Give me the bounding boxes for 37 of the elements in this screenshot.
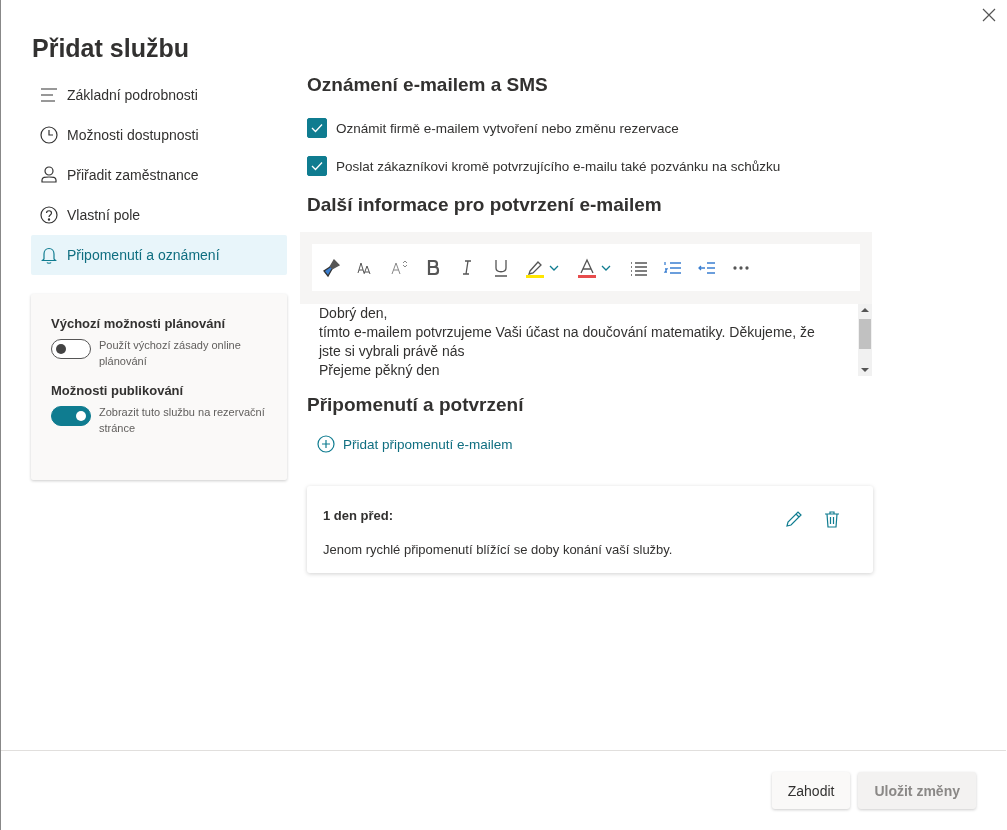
nav-item[interactable]: Připomenutí a oznámení [31,235,287,275]
discard-button[interactable]: Zahodit [771,772,851,809]
reminder-title: 1 den před: [323,507,394,523]
plus-icon [317,435,335,453]
nav-item[interactable]: Možnosti dostupnosti [31,115,287,155]
checkmark-icon [311,123,323,133]
scrollbar[interactable] [858,304,872,376]
checkbox-label: Poslat zákazníkovi kromě potvrzujícího e-mailu také pozvánku na schůzku [336,158,781,174]
toggle-label: Použít výchozí zásady online plánování [99,338,242,369]
add-reminder-link[interactable]: Přidat připomenutí e-mailem [307,432,513,456]
checkbox-label: Oznámit firmě e-mailem vytvoření nebo změnu rezervace [336,120,679,136]
settings-heading: Možnosti publikování [51,383,185,398]
settings-heading: Výchozí možnosti plánování [51,316,227,331]
edit-icon[interactable] [785,510,803,528]
bell-icon [39,245,59,265]
person-icon [39,165,59,185]
nav-item[interactable]: Základní podrobnosti [31,75,287,115]
checkbox[interactable] [307,118,327,138]
help-icon [39,205,59,225]
message-paragraph: tímto e-mailem potvrzujeme Vaši účast na doučování matematiky. Děkujeme, že jste si vybrali právě nás [319,323,816,361]
nav-item[interactable]: Vlastní pole [31,195,287,235]
section-heading: Připomenutí a potvrzení [307,394,525,417]
checkmark-icon [311,161,323,171]
dialog-title: Přidat službu [32,33,190,64]
lines-icon [39,85,59,105]
checkbox[interactable] [307,156,327,176]
section-heading: Oznámení e-mailem a SMS [307,74,549,97]
nav-item[interactable]: Přiřadit zaměstnance [31,155,287,195]
delete-icon[interactable] [823,510,841,528]
reminder-text: Jenom rychlé připomenutí blížící se doby konání vaší služby. [323,542,674,557]
toggle-switch[interactable] [51,339,91,359]
toggle-switch[interactable] [51,406,91,426]
section-heading: Další informace pro potvrzení e-mailem [307,194,663,217]
message-paragraph: Dobrý den, [319,304,389,323]
close-icon[interactable] [982,8,996,22]
toggle-label: Zobrazit tuto službu na rezervační stránce [99,405,266,436]
clock-icon [39,125,59,145]
